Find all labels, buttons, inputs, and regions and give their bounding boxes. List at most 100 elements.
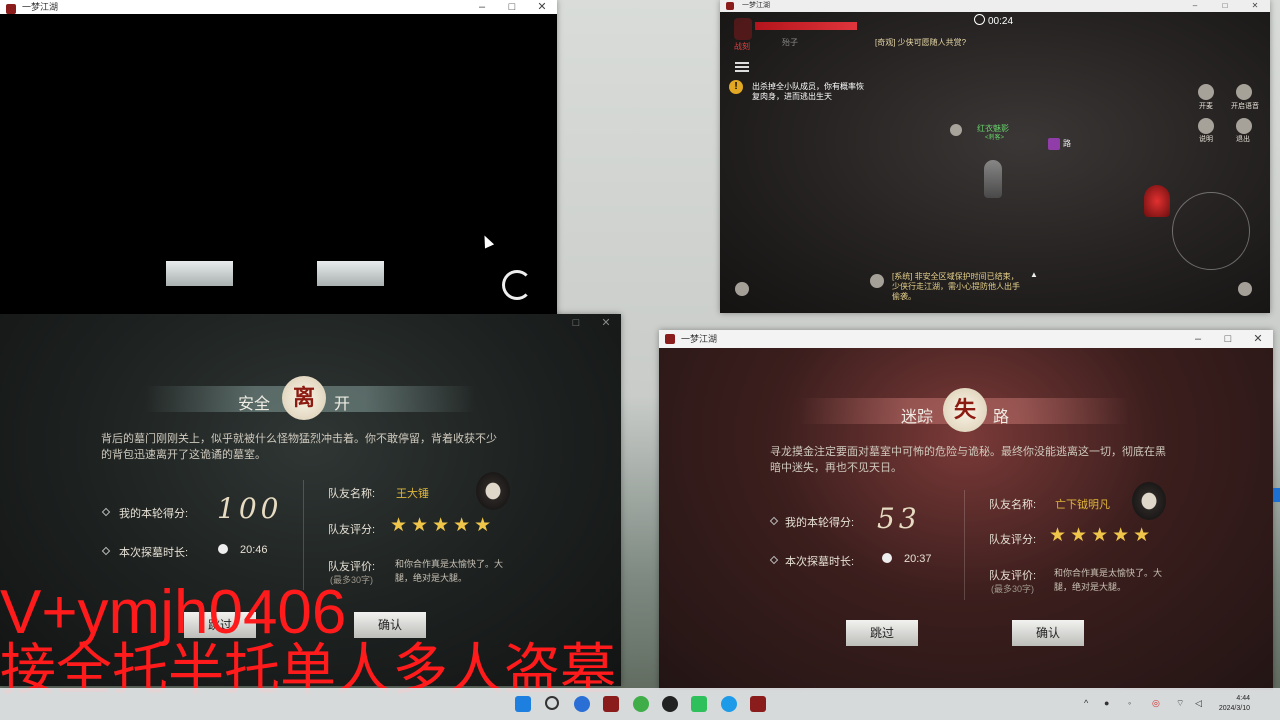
teammate-comment-label: 队友评价: — [328, 561, 376, 573]
mic-icon[interactable] — [1198, 84, 1214, 100]
settings-icon[interactable] — [735, 282, 749, 296]
wifi-tray-icon[interactable]: ⌔ — [1176, 698, 1184, 709]
start-icon[interactable] — [515, 696, 531, 712]
teammate-name: 王大锤 — [396, 488, 429, 500]
clock-icon — [218, 544, 228, 554]
close-button[interactable]: ✕ — [1240, 0, 1270, 12]
game-app-icon-2[interactable] — [750, 696, 766, 712]
round-timer: 00:24 — [974, 14, 1013, 27]
taskbar: ^ ● ◦ ◎ ⌔ ◁ 4:44 2024/3/10 — [0, 688, 1280, 720]
green-app-icon[interactable] — [633, 696, 649, 712]
hud-label-voice: 开启语音 — [1231, 103, 1259, 110]
player-portrait[interactable] — [734, 18, 752, 40]
time-label: 本次探墓时长: — [119, 547, 189, 559]
time-label: 本次探墓时长: — [785, 556, 855, 568]
app-icon — [726, 2, 734, 10]
faded-button-right[interactable] — [317, 261, 384, 286]
window-titlebar[interactable]: 一梦江湖 – □ ✕ — [659, 330, 1273, 348]
rating-stars[interactable]: ★★★★★ — [1049, 524, 1154, 547]
small-label: 殆子 — [782, 38, 798, 47]
teammate-name-label: 队友名称: — [328, 488, 376, 500]
tag-label: 路 — [1063, 139, 1071, 148]
hud-label-mic: 开麦 — [1199, 103, 1213, 110]
security-tray-icon[interactable]: ◎ — [1152, 698, 1160, 709]
red-ghost-enemy[interactable] — [1144, 185, 1170, 217]
banner-seal: 离 — [282, 376, 326, 420]
minimize-button[interactable]: – — [1180, 0, 1210, 12]
maximize-button[interactable]: □ — [1210, 0, 1240, 12]
window-titlebar[interactable]: 一梦江湖 – □ ✕ — [720, 0, 1270, 12]
skip-button[interactable]: 跳过 — [846, 620, 918, 646]
teammate-name-label: 队友名称: — [989, 499, 1037, 511]
score-value: 100 — [217, 492, 283, 525]
menu-icon[interactable] — [735, 62, 749, 72]
banner-left-text: 迷踪 — [901, 407, 934, 426]
score-label: 我的本轮得分: — [119, 508, 189, 520]
close-button[interactable]: ✕ — [527, 0, 557, 14]
banner-right-text: 开 — [334, 394, 351, 413]
system-clock[interactable]: 4:44 2024/3/10 — [1219, 694, 1250, 714]
app-icon — [6, 4, 16, 14]
exit-icon[interactable] — [1236, 118, 1252, 134]
clock-icon — [974, 14, 985, 25]
chat-top-message[interactable]: [奇观] 少侠可愿随人共赏? — [875, 38, 966, 48]
bullet-icon — [101, 507, 111, 517]
game-window[interactable]: 一梦江湖 – □ ✕ 战刻 殆子 00:24 [奇观] 少侠可愿随人共赏? ! … — [720, 0, 1270, 313]
teammate-comment[interactable]: 和你合作真是太愉快了。大腿，绝对是大腿。 — [1054, 566, 1174, 594]
mic-tray-icon[interactable]: ● — [1104, 698, 1109, 708]
banner-left-text: 安全 — [238, 394, 271, 413]
banner-seal: 失 — [943, 388, 987, 432]
side-badge[interactable] — [1273, 488, 1280, 502]
maximize-button[interactable]: □ — [1213, 330, 1243, 348]
tray-expand-icon[interactable]: ^ — [1084, 698, 1088, 708]
window-title: 一梦江湖 — [742, 2, 770, 9]
window-titlebar[interactable]: 一梦江湖 – □ ✕ — [0, 0, 557, 14]
result-description: 寻龙摸金注定要面对墓室中可怖的危险与诡秘。最终你没能逃离这一切，彻底在黑暗中迷失… — [770, 446, 1166, 474]
confirm-button[interactable]: 确认 — [354, 612, 426, 638]
wechat-icon[interactable] — [691, 696, 707, 712]
watermark-line1: V+ymjh0406 — [0, 578, 347, 647]
rating-stars[interactable]: ★★★★★ — [390, 514, 495, 537]
maximize-button[interactable]: □ — [497, 0, 527, 14]
score-value: 53 — [877, 502, 921, 535]
joystick-ring[interactable] — [1172, 192, 1250, 270]
collapse-icon[interactable] — [1238, 282, 1252, 296]
close-button[interactable]: ✕ — [1243, 330, 1273, 348]
teammate-rating-label: 队友评分: — [328, 524, 376, 536]
edge-icon[interactable] — [721, 696, 737, 712]
bullet-icon — [769, 516, 779, 526]
window-titlebar[interactable]: □ ✕ — [0, 314, 621, 332]
search-icon[interactable] — [545, 696, 559, 710]
teammate-name: 亡下钺明凡 — [1055, 499, 1110, 511]
minimize-button[interactable]: – — [467, 0, 497, 14]
maximize-button[interactable]: □ — [561, 314, 591, 332]
faded-button-left[interactable] — [166, 261, 233, 286]
bullet-icon — [769, 555, 779, 565]
app-icon — [665, 334, 675, 344]
voice-icon[interactable] — [1236, 84, 1252, 100]
teammate-comment[interactable]: 和你合作真是太愉快了。大腿，绝对是大腿。 — [395, 557, 515, 585]
window-title: 一梦江湖 — [22, 2, 59, 12]
volume-tray-icon[interactable]: ◁ — [1195, 698, 1202, 709]
system-message: [系统] 非安全区域保护时间已结束，少侠行走江湖，需小心提防他人出手偷袭。 — [892, 272, 1020, 301]
expand-chat-icon[interactable]: ▲ — [1030, 270, 1038, 280]
confirm-button[interactable]: 确认 — [1012, 620, 1084, 646]
warning-icon: ! — [729, 80, 743, 94]
time-value: 20:46 — [218, 544, 268, 556]
result-window-lost: 一梦江湖 – □ ✕ 迷踪 失 路 寻龙摸金注定要面对墓室中可怖的危险与诡秘。最… — [659, 330, 1273, 690]
divider — [964, 490, 965, 600]
comment-limit: (最多30字) — [991, 584, 1035, 594]
minimize-button[interactable]: – — [1183, 330, 1213, 348]
game-app-icon[interactable] — [603, 696, 619, 712]
browser-app-icon[interactable] — [662, 696, 678, 712]
teammate-rating-label: 队友评分: — [989, 534, 1037, 546]
network-tray-icon[interactable]: ◦ — [1128, 698, 1131, 708]
teammate-comment-label: 队友评价: — [989, 570, 1037, 582]
window-title: 一梦江湖 — [681, 334, 718, 344]
mouse-cursor-icon — [479, 233, 495, 249]
close-button[interactable]: ✕ — [591, 314, 621, 332]
kugou-icon[interactable] — [574, 696, 590, 712]
help-icon[interactable] — [1198, 118, 1214, 134]
loading-spinner-icon — [502, 270, 532, 300]
bullet-icon — [101, 546, 111, 556]
